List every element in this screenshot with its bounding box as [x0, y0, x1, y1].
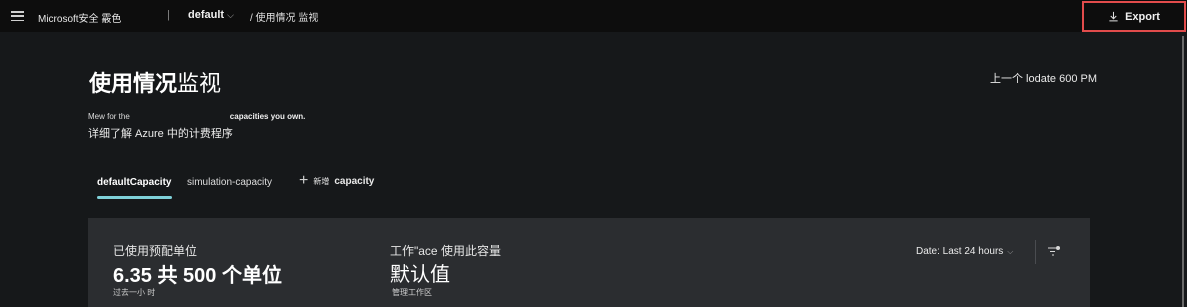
breadcrumb[interactable]: / 使用情况 监视	[250, 9, 318, 24]
workspace-selector[interactable]: default ⌵	[188, 9, 234, 21]
top-bar: Microsoft安全 霰色 | default ⌵ / 使用情况 监视 Expo…	[0, 0, 1187, 32]
filter-icon[interactable]	[1047, 245, 1061, 257]
plus-icon: +	[299, 172, 309, 189]
app-brand[interactable]: Microsoft安全 霰色	[38, 10, 121, 25]
description-part-b: capacities you own.	[229, 112, 306, 121]
workspace-name: default	[188, 9, 225, 21]
add-capacity-prefix: 新增	[313, 176, 330, 186]
provisioned-units-subtext: 过去一小 时	[113, 288, 156, 297]
export-button[interactable]: Export	[1082, 1, 1186, 32]
date-range-dropdown[interactable]: Date: Last 24 hours ⌵	[916, 246, 1013, 257]
export-label: Export	[1125, 10, 1160, 23]
workspace-value: 默认值	[390, 264, 450, 286]
download-icon	[1109, 11, 1118, 22]
tab-default-capacity[interactable]: defaultCapacity	[97, 177, 171, 188]
divider	[1035, 240, 1036, 264]
page-title-bold: 使用情况	[89, 71, 178, 96]
vertical-scrollbar[interactable]	[1182, 36, 1184, 307]
page-title-normal: 监视	[177, 71, 222, 96]
description-line-1: Mew for the capacities you own.	[88, 112, 305, 121]
date-range-label: Date: Last 24 hours	[916, 246, 1004, 257]
chevron-down-icon: ⌵	[227, 10, 234, 20]
breadcrumb-separator: |	[167, 9, 170, 21]
workspace-label: 工作"ace 使用此容量	[390, 244, 501, 258]
add-capacity-label: capacity	[334, 175, 375, 187]
active-tab-indicator	[97, 196, 172, 199]
last-update-text: 上一个 lodate 600 PM	[990, 73, 1097, 85]
hamburger-icon[interactable]	[11, 11, 24, 21]
manage-workspace-link[interactable]: 管理工作区	[392, 287, 432, 298]
chevron-down-icon: ⌵	[1007, 247, 1014, 256]
provisioned-units-label: 已使用预配单位	[113, 244, 198, 258]
tab-simulation-capacity[interactable]: simulation-capacity	[187, 177, 272, 188]
learn-more-link[interactable]: 详细了解 Azure 中的计费程序	[88, 125, 233, 141]
page-title: 使用情况监视	[89, 66, 221, 98]
provisioned-units-value: 6.35 共 500 个单位	[113, 265, 282, 287]
add-capacity-button[interactable]: + 新增 capacity	[299, 172, 375, 189]
description-part-a: Mew for the	[88, 112, 130, 121]
